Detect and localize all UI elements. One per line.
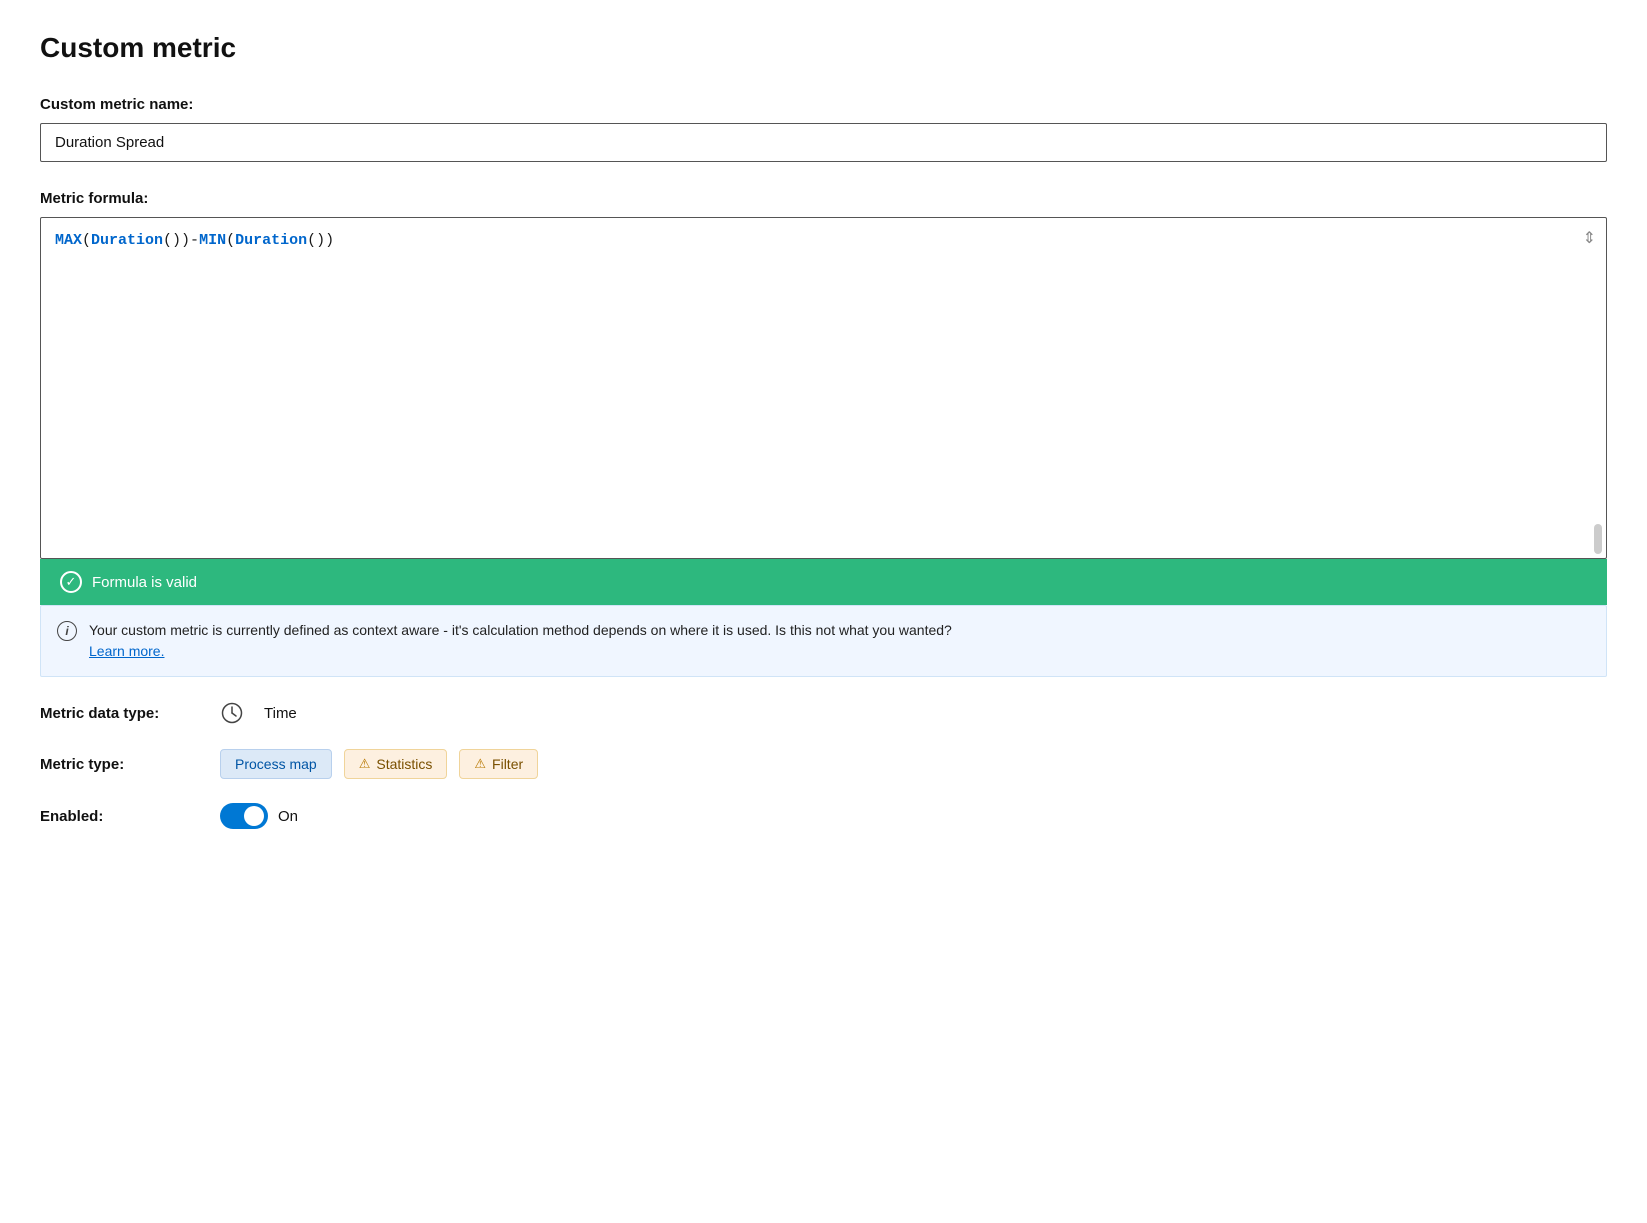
data-type-label: Metric data type: <box>40 705 200 722</box>
metric-type-statistics[interactable]: ⚠ Statistics <box>344 749 448 779</box>
formula-content[interactable]: MAX(Duration())-MIN(Duration()) <box>41 218 1606 558</box>
toggle-container: On <box>220 803 298 829</box>
expand-icon[interactable]: ⇕ <box>1583 228 1596 248</box>
page-title: Custom metric <box>40 32 1607 64</box>
enabled-row: Enabled: On <box>40 803 1607 829</box>
enabled-toggle[interactable] <box>220 803 268 829</box>
formula-min-keyword: MIN <box>199 232 226 249</box>
formula-valid-message: Formula is valid <box>92 574 197 591</box>
statistics-label: Statistics <box>376 756 432 772</box>
process-map-label: Process map <box>235 756 317 772</box>
info-icon: i <box>57 621 77 641</box>
metric-name-input[interactable] <box>40 123 1607 162</box>
info-text-content: Your custom metric is currently defined … <box>89 620 952 662</box>
formula-valid-bar: ✓ Formula is valid <box>40 559 1607 605</box>
enabled-value: On <box>278 808 298 825</box>
formula-editor[interactable]: MAX(Duration())-MIN(Duration()) ⇕ <box>40 217 1607 559</box>
metric-name-group: Custom metric name: <box>40 96 1607 162</box>
clock-icon <box>220 701 244 725</box>
learn-more-link[interactable]: Learn more. <box>89 643 164 659</box>
toggle-slider <box>220 803 268 829</box>
formula-max-keyword: MAX <box>55 232 82 249</box>
formula-label: Metric formula: <box>40 190 1607 207</box>
filter-label: Filter <box>492 756 523 772</box>
valid-check-icon: ✓ <box>60 571 82 593</box>
metric-type-process-map[interactable]: Process map <box>220 749 332 779</box>
metric-type-badges: Process map ⚠ Statistics ⚠ Filter <box>220 749 538 779</box>
formula-duration-1: Duration <box>91 232 163 249</box>
filter-warning-icon: ⚠ <box>474 756 486 772</box>
data-type-value: Time <box>264 705 297 722</box>
statistics-warning-icon: ⚠ <box>359 756 371 772</box>
metric-type-label: Metric type: <box>40 756 200 773</box>
metric-type-row: Metric type: Process map ⚠ Statistics ⚠ … <box>40 749 1607 779</box>
metric-name-label: Custom metric name: <box>40 96 1607 113</box>
context-info-box: i Your custom metric is currently define… <box>40 605 1607 677</box>
data-type-row: Metric data type: Time <box>40 701 1607 725</box>
formula-duration-2: Duration <box>235 232 307 249</box>
enabled-label: Enabled: <box>40 808 200 825</box>
metric-type-filter[interactable]: ⚠ Filter <box>459 749 538 779</box>
formula-scrollbar[interactable] <box>1594 524 1602 554</box>
formula-group: Metric formula: MAX(Duration())-MIN(Dura… <box>40 190 1607 677</box>
